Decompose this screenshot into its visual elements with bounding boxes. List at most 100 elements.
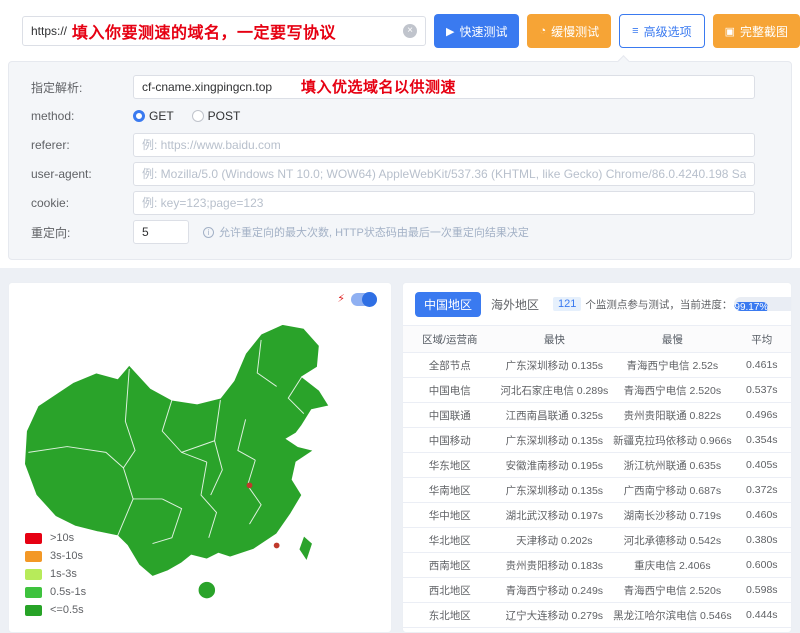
table-row: 中国联通江西南昌联通 0.325s贵州贵阳联通 0.822s0.496s: [403, 403, 791, 428]
radio-checked-icon: [133, 110, 145, 122]
map-card: ⚡: [8, 282, 392, 633]
map-legend: >10s 3s-10s 1s-3s 0.5s-1s <=0.5s: [25, 532, 86, 616]
table-cell: 安徽淮南移动 0.195s: [497, 453, 613, 478]
table-cell: 广东深圳移动 0.135s: [497, 478, 613, 503]
table-row: 东北地区辽宁大连移动 0.279s黑龙江哈尔滨电信 0.546s0.444s: [403, 603, 791, 628]
table-cell: 0.444s: [733, 603, 791, 628]
table-cell: 华南地区: [403, 478, 497, 503]
referer-input[interactable]: [133, 133, 755, 157]
table-row: 西北地区青海西宁移动 0.249s青海西宁电信 2.520s0.598s: [403, 578, 791, 603]
table-cell: 湖南长沙移动 0.719s: [612, 503, 732, 528]
url-input[interactable]: https:// 填入你要测速的域名，一定要写协议 ×: [22, 16, 426, 46]
advanced-options-button[interactable]: ≡ 高级选项: [619, 14, 704, 48]
table-row: 中国电信河北石家庄电信 0.289s青海西宁电信 2.520s0.537s: [403, 378, 791, 403]
quick-test-label: 快速测试: [459, 23, 507, 40]
legend-swatch: [25, 587, 42, 598]
legend-item: 3s-10s: [25, 550, 86, 562]
map-marker-toggle[interactable]: [351, 293, 377, 306]
table-cell: 青海西宁移动 0.249s: [497, 578, 613, 603]
legend-item: 0.5s-1s: [25, 586, 86, 598]
legend-item: <=0.5s: [25, 604, 86, 616]
map-marker: [274, 543, 280, 549]
advanced-options-label: 高级选项: [644, 23, 692, 40]
table-cell: 0.496s: [733, 403, 791, 428]
legend-swatch: [25, 569, 42, 580]
table-cell: 中国香港 0.308s: [612, 628, 732, 633]
method-label: method:: [31, 109, 133, 123]
table-cell: 广东深圳移动 0.135s: [497, 428, 613, 453]
redirect-label: 重定向:: [31, 224, 133, 241]
table-cell: 中国电信: [403, 378, 497, 403]
table-row: 华南地区广东深圳移动 0.135s广西南宁移动 0.687s0.372s: [403, 478, 791, 503]
table-header-row: 区域/运营商最快最慢平均: [403, 326, 791, 353]
legend-item: >10s: [25, 532, 86, 544]
sliders-icon: ≡: [632, 25, 638, 37]
clock-icon: ◔: [539, 25, 546, 37]
table-cell: 0.380s: [733, 528, 791, 553]
table-cell: 东北地区: [403, 603, 497, 628]
table-row: 全部节点广东深圳移动 0.135s青海西宁电信 2.52s0.461s: [403, 353, 791, 378]
legend-label: 3s-10s: [50, 550, 83, 562]
resolve-label: 指定解析:: [31, 79, 133, 96]
table-cell: 华中地区: [403, 503, 497, 528]
table-cell: 青海西宁电信 2.52s: [612, 353, 732, 378]
resolve-input[interactable]: [133, 75, 755, 99]
table-cell: 辽宁大连移动 0.279s: [497, 603, 613, 628]
redirect-hint: i 允许重定向的最大次数, HTTP状态码由最后一次重定向结果决定: [203, 224, 529, 240]
tab-overseas-region[interactable]: 海外地区: [491, 296, 539, 313]
legend-label: 1s-3s: [50, 568, 77, 580]
table-cell: 0.461s: [733, 353, 791, 378]
table-cell: 青海西宁电信 2.520s: [612, 378, 732, 403]
taiwan-shape: [299, 536, 313, 561]
table-row: 华中地区湖北武汉移动 0.197s湖南长沙移动 0.719s0.460s: [403, 503, 791, 528]
slow-test-button[interactable]: ◔ 缓慢测试: [527, 14, 611, 48]
results-card: 中国地区 海外地区 121 个监测点参与测试，当前进度： 99.17% 区域/运…: [402, 282, 792, 633]
method-get-radio[interactable]: GET: [133, 109, 174, 123]
table-header-cell: 平均: [733, 326, 791, 353]
table-cell: 青海西宁电信 2.520s: [612, 578, 732, 603]
table-cell: 0.600s: [733, 553, 791, 578]
table-cell: 0.354s: [733, 428, 791, 453]
table-row: 西南地区贵州贵阳移动 0.183s重庆电信 2.406s0.600s: [403, 553, 791, 578]
quick-test-button[interactable]: ▶ 快速测试: [434, 14, 519, 48]
table-cell: 河北石家庄电信 0.289s: [497, 378, 613, 403]
cookie-input[interactable]: [133, 191, 755, 215]
slow-test-label: 缓慢测试: [551, 23, 599, 40]
table-cell: 河北承德移动 0.542s: [612, 528, 732, 553]
legend-swatch: [25, 605, 42, 616]
table-cell: 0.460s: [733, 503, 791, 528]
method-post-radio[interactable]: POST: [192, 109, 241, 123]
table-cell: 0.537s: [733, 378, 791, 403]
table-row: 华东地区安徽淮南移动 0.195s浙江杭州联通 0.635s0.405s: [403, 453, 791, 478]
table-cell: 西南地区: [403, 553, 497, 578]
table-cell: 0.598s: [733, 578, 791, 603]
redirect-input[interactable]: [133, 220, 189, 244]
table-cell: 全部节点: [403, 353, 497, 378]
panel-notch: [617, 55, 630, 68]
method-get-label: GET: [149, 109, 174, 123]
table-cell: 中国联通: [403, 403, 497, 428]
table-row: 中国移动广东深圳移动 0.135s新疆克拉玛依移动 0.966s0.354s: [403, 428, 791, 453]
progress-bar: 99.17%: [734, 297, 792, 311]
clear-icon[interactable]: ×: [403, 24, 417, 38]
toggle-knob: [362, 292, 377, 307]
cookie-label: cookie:: [31, 196, 133, 210]
table-cell: 华东地区: [403, 453, 497, 478]
full-screenshot-label: 完整截图: [740, 23, 788, 40]
table-cell: 中国台湾 0.228s: [497, 628, 613, 633]
url-annotation: 填入你要测速的域名，一定要写协议: [72, 19, 336, 43]
table-header-cell: 最快: [497, 326, 613, 353]
progress-text: 个监测点参与测试，当前进度：: [585, 297, 732, 312]
legend-label: <=0.5s: [50, 604, 84, 616]
table-cell: 广西南宁移动 0.687s: [612, 478, 732, 503]
tab-china-region[interactable]: 中国地区: [415, 292, 481, 317]
table-cell: 西北地区: [403, 578, 497, 603]
legend-label: >10s: [50, 532, 74, 544]
full-screenshot-button[interactable]: ▣ 完整截图: [713, 14, 800, 48]
table-cell: 0.268s: [733, 628, 791, 633]
legend-item: 1s-3s: [25, 568, 86, 580]
hainan-shape: [198, 581, 215, 598]
table-header-cell: 区域/运营商: [403, 326, 497, 353]
user-agent-input[interactable]: [133, 162, 755, 186]
progress-fill: 99.17%: [734, 302, 768, 311]
